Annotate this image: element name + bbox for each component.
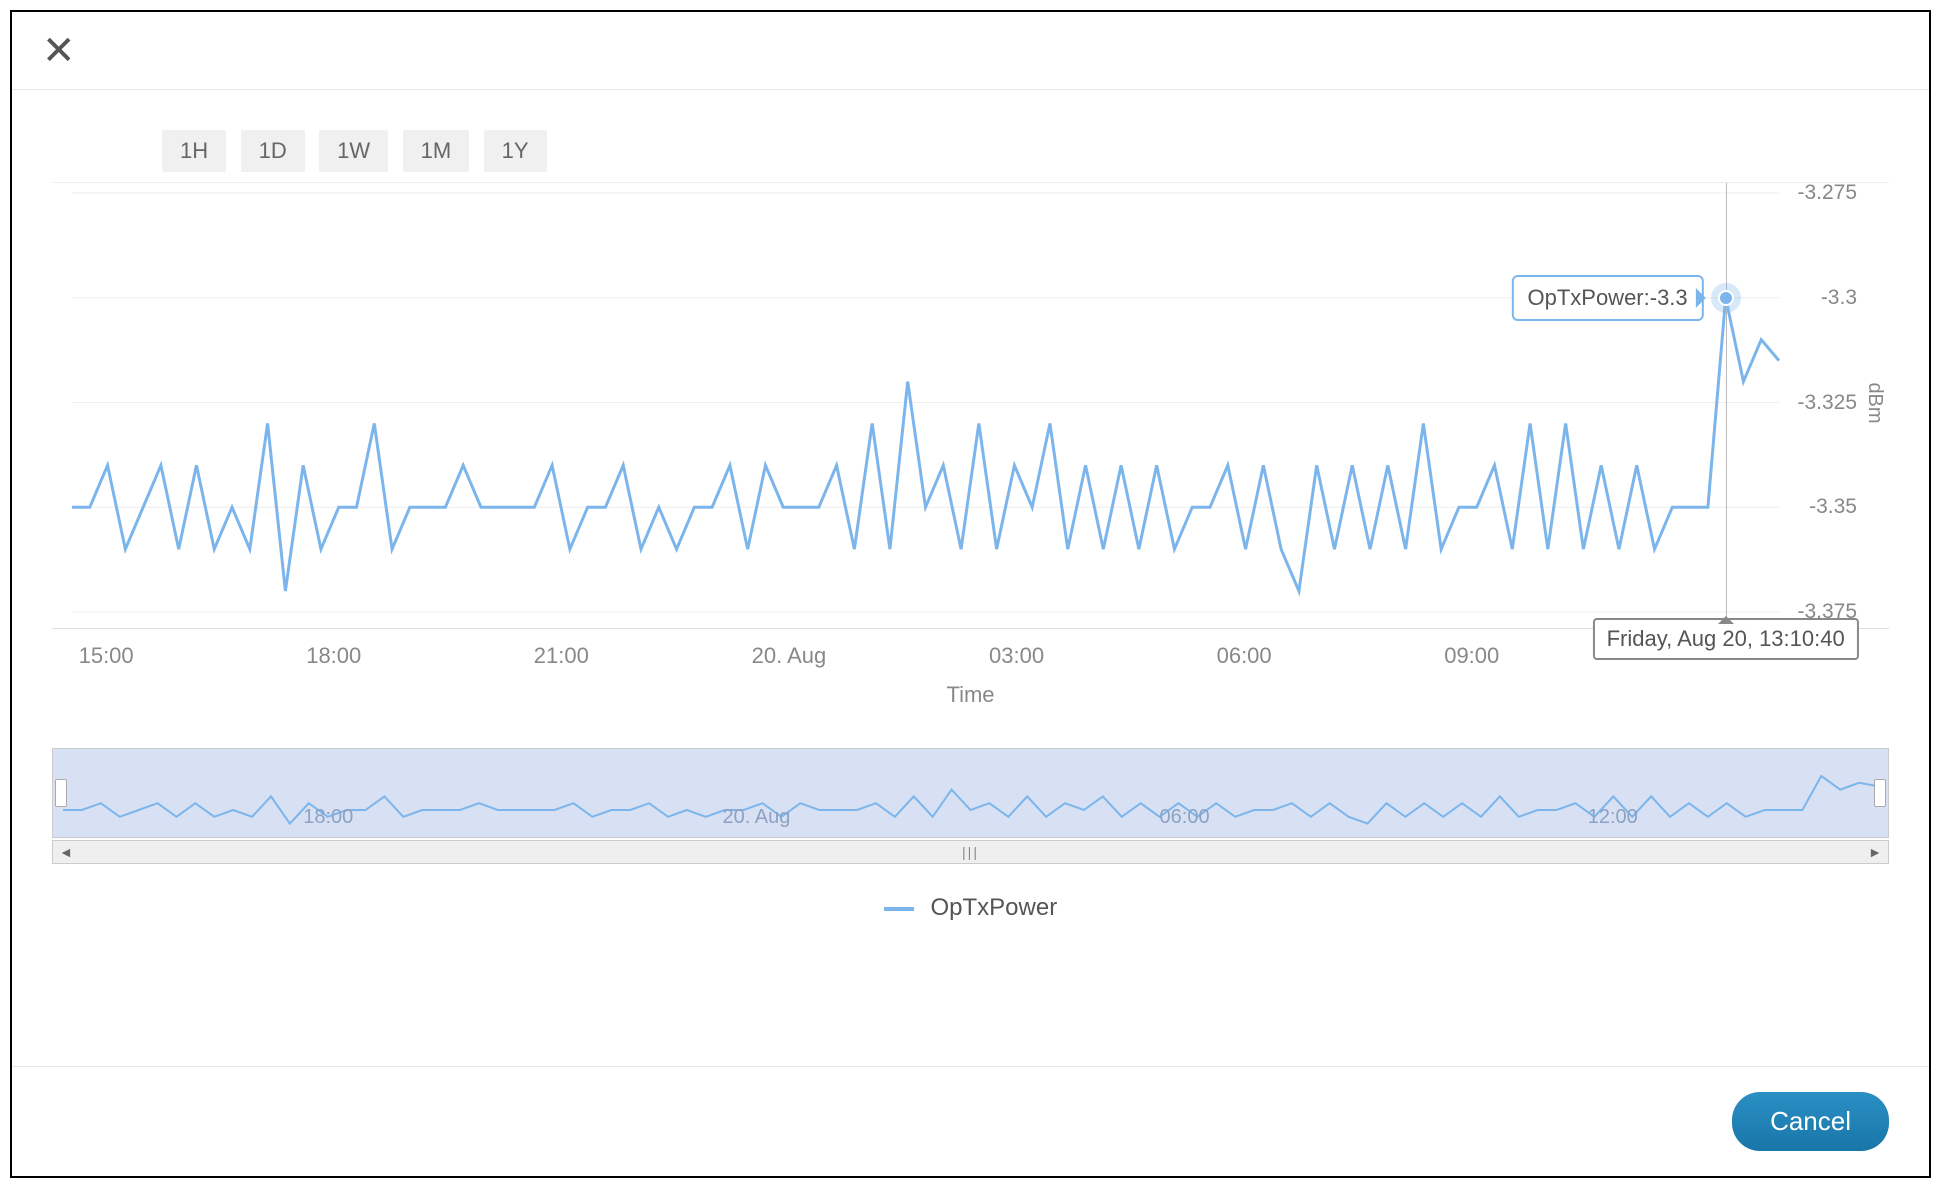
y-tick-label: -3.275 [1797,181,1857,205]
time-range-selector: 1H 1D 1W 1M 1Y [52,130,1889,172]
x-axis-label: Time [52,682,1889,708]
main-chart[interactable]: dBm -3.275-3.3-3.325-3.35-3.375OpTxPower… [52,182,1889,622]
x-tick-label: 18:00 [306,643,361,669]
y-tick-label: -3.3 [1821,286,1857,310]
cancel-button[interactable]: Cancel [1732,1092,1889,1151]
scroll-grip-icon[interactable]: ||| [962,844,979,860]
y-tick-label: -3.35 [1809,495,1857,519]
chart-svg [52,183,1889,622]
navigator-tick-label: 20. Aug [722,806,790,829]
scroll-right-icon[interactable]: ► [1868,844,1882,860]
x-tick-label: 03:00 [989,643,1044,669]
y-tick-label: -3.325 [1797,391,1857,415]
range-1m-button[interactable]: 1M [403,130,470,172]
x-tick-label: 09:00 [1444,643,1499,669]
legend-line-icon [884,907,914,911]
navigator-tick-label: 12:00 [1588,806,1638,829]
navigator-tick-label: 18:00 [303,806,353,829]
tooltip-bubble: OpTxPower:-3.3 [1511,275,1703,321]
navigator-tick-label: 06:00 [1160,806,1210,829]
y-axis-label: dBm [1863,382,1886,423]
modal-header: ✕ [12,12,1929,90]
legend-series-label: OpTxPower [930,894,1057,921]
navigator-handle-right[interactable] [1874,779,1886,807]
x-tick-label: 06:00 [1217,643,1272,669]
chart-legend[interactable]: OpTxPower [52,864,1889,952]
x-tick-label: 21:00 [534,643,589,669]
close-icon[interactable]: ✕ [42,31,76,71]
navigator-scrollbar[interactable]: ◄ ||| ► [52,840,1889,864]
crosshair-timestamp-label: Friday, Aug 20, 13:10:40 [1593,618,1859,660]
range-1h-button[interactable]: 1H [162,130,226,172]
range-1d-button[interactable]: 1D [241,130,305,172]
x-tick-label: 15:00 [79,643,134,669]
range-navigator[interactable]: 18:00 20. Aug 06:00 12:00 [52,748,1889,838]
modal-footer: Cancel [12,1066,1929,1176]
range-1w-button[interactable]: 1W [319,130,388,172]
modal-body: 1H 1D 1W 1M 1Y dBm -3.275 -3.3 -3.325 -3.35… [12,90,1929,952]
range-1y-button[interactable]: 1Y [484,130,547,172]
x-tick-label: 20. Aug [752,643,827,669]
navigator-handle-left[interactable] [55,779,67,807]
crosshair-line [1726,183,1727,622]
scroll-left-icon[interactable]: ◄ [59,844,73,860]
modal-frame: ✕ 1H 1D 1W 1M 1Y dBm -3.275 -3.3 -3.325 -3.… [10,10,1931,1178]
